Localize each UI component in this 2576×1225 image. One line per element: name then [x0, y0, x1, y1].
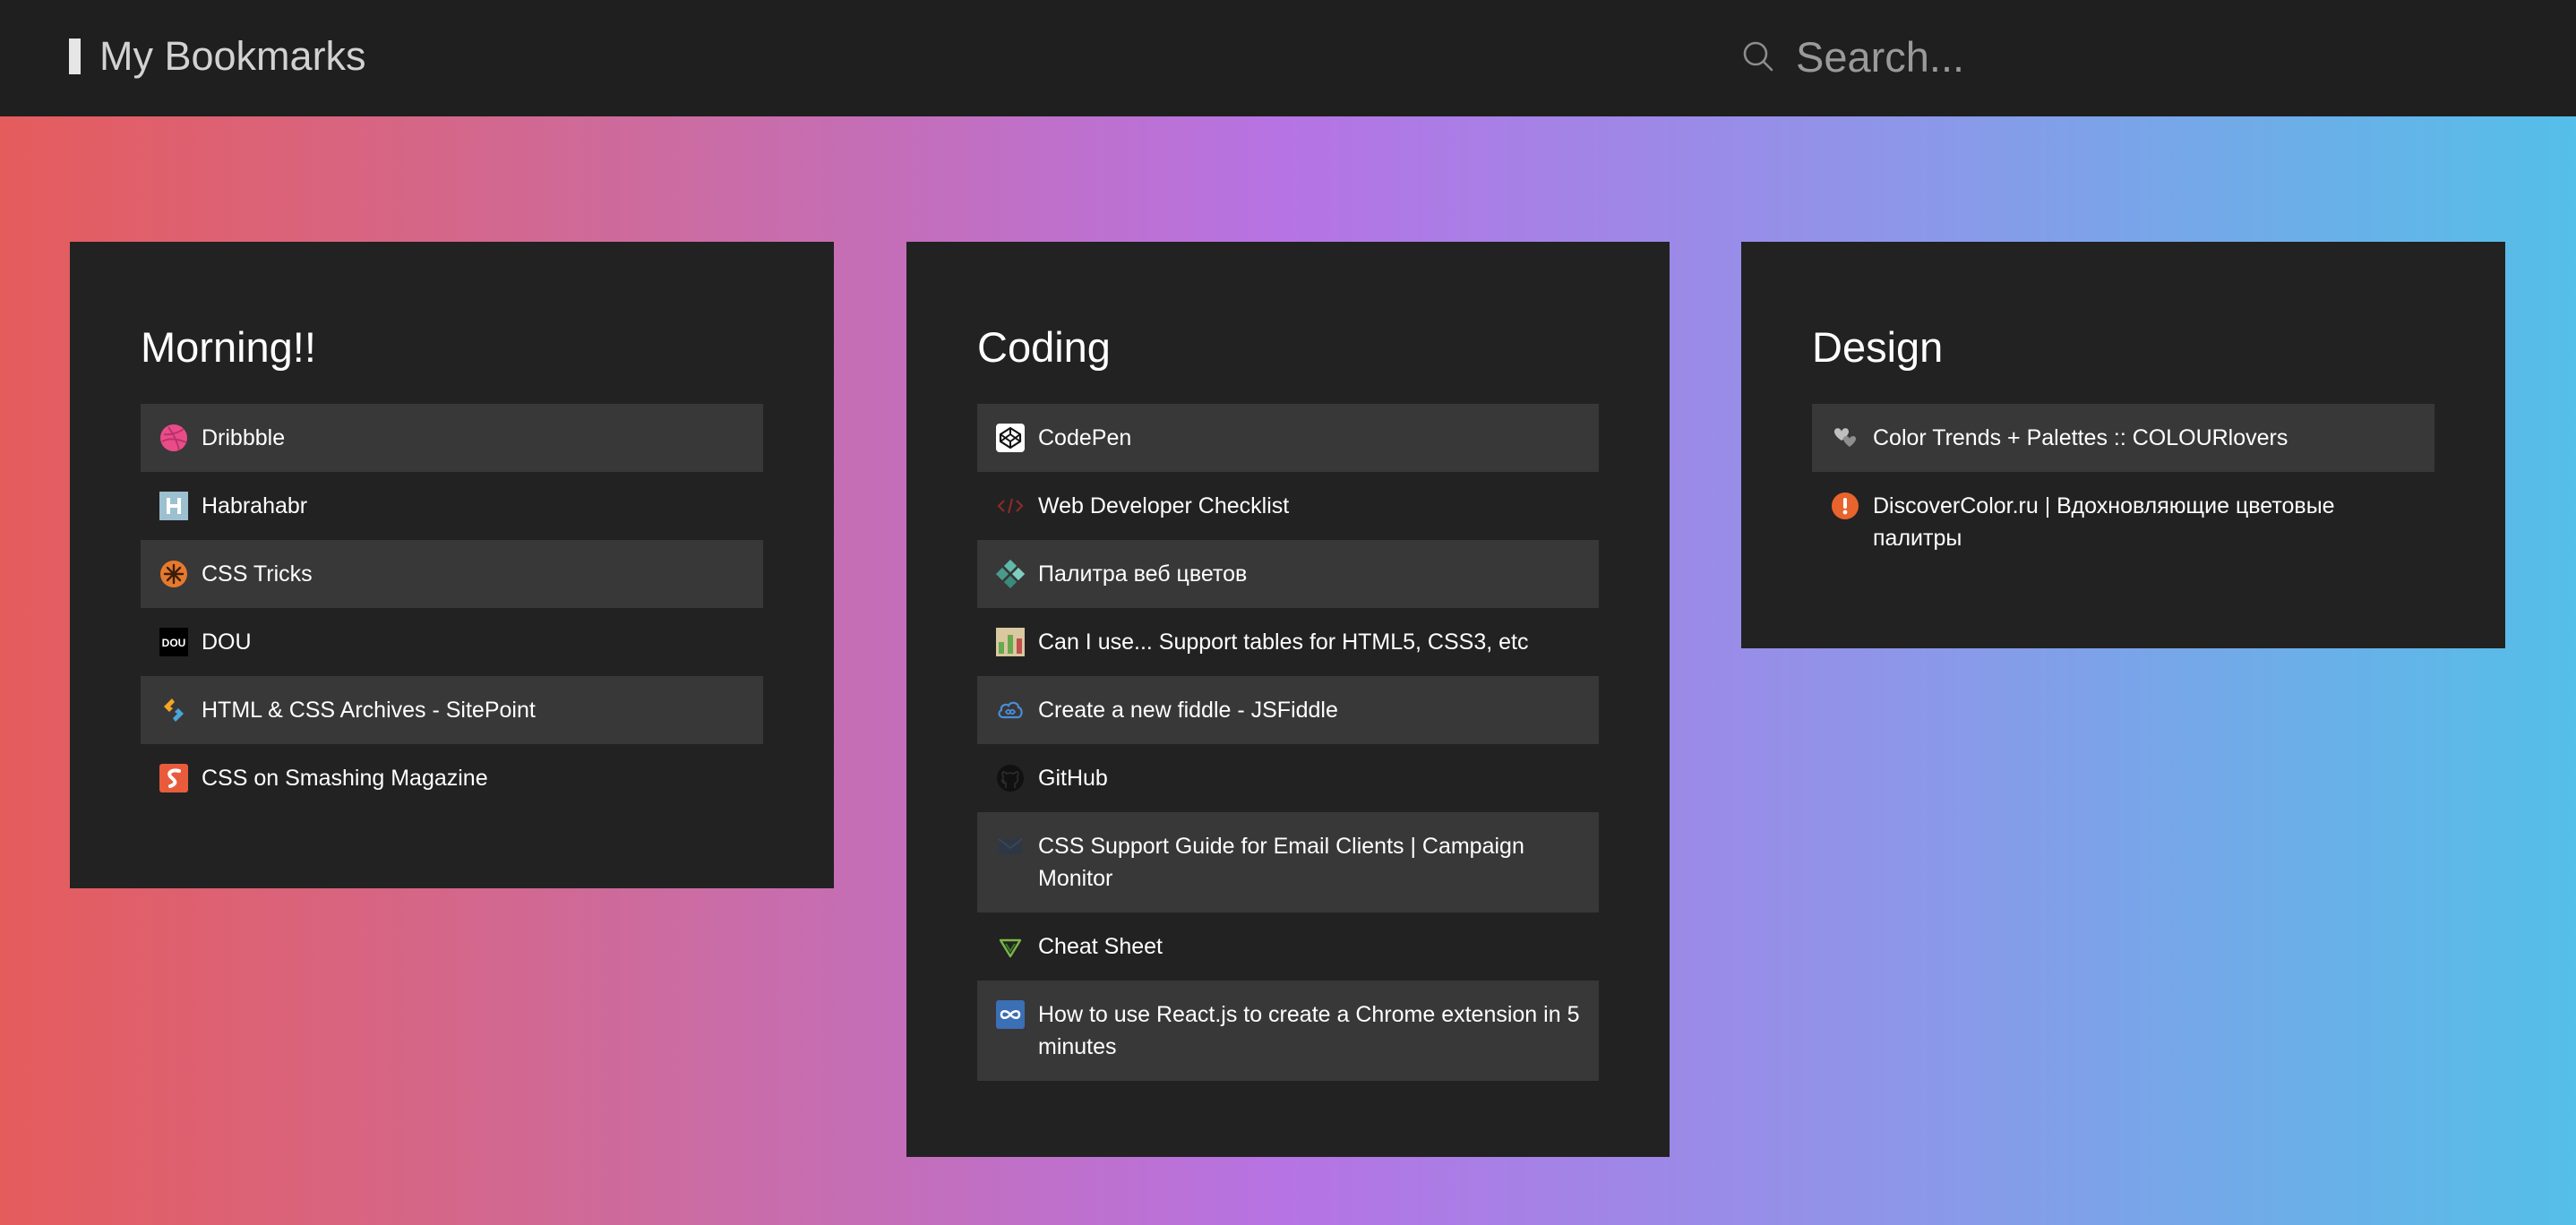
bookmark-label: GitHub — [1038, 766, 1108, 791]
habrahabr-icon — [159, 491, 189, 521]
bookmark-item[interactable]: GitHub — [977, 744, 1599, 812]
discovercolor-icon — [1830, 491, 1860, 521]
group-title: Morning!! — [141, 323, 316, 371]
bookmark-group-coding: Coding CodePen Web Developer Checklist П… — [906, 242, 1670, 1157]
caniuse-icon — [995, 627, 1026, 657]
bookmark-item[interactable]: Web Developer Checklist — [977, 472, 1599, 540]
bookmark-label: Habrahabr — [202, 493, 308, 518]
bookmark-label: Dribbble — [202, 425, 286, 450]
palette-icon — [995, 559, 1026, 589]
bookmark-label: CSS Tricks — [202, 561, 313, 587]
bookmark-label: HTML & CSS Archives - SitePoint — [202, 698, 536, 723]
bookmark-list: CodePen Web Developer Checklist Палитра … — [977, 404, 1599, 1081]
svg-text:DOU: DOU — [162, 637, 186, 649]
group-title: Design — [1812, 323, 1944, 371]
dou-icon: DOU — [159, 627, 189, 657]
bookmark-item[interactable]: HTML & CSS Archives - SitePoint — [141, 676, 763, 744]
bookmark-item[interactable]: CSS Tricks — [141, 540, 763, 608]
search-input[interactable] — [1796, 31, 2530, 81]
code-brackets-icon — [995, 491, 1026, 521]
bookmark-label: CSS on Smashing Magazine — [202, 766, 488, 791]
bookmark-label: Web Developer Checklist — [1038, 493, 1290, 518]
smashing-magazine-icon — [159, 763, 189, 793]
page-title: My Bookmarks — [99, 33, 366, 79]
cheat-sheet-icon — [995, 931, 1026, 962]
bookmark-item[interactable]: CSS on Smashing Magazine — [141, 744, 763, 812]
group-title: Coding — [977, 323, 1111, 371]
bookmark-label: Cheat Sheet — [1038, 934, 1163, 959]
brand: My Bookmarks — [69, 34, 366, 79]
bookmark-label: Can I use... Support tables for HTML5, C… — [1038, 630, 1529, 655]
codepen-icon — [995, 423, 1026, 453]
bookmark-item[interactable]: Habrahabr — [141, 472, 763, 540]
top-bar: My Bookmarks — [0, 0, 2576, 116]
sitepoint-icon — [159, 695, 189, 725]
bookmark-label: CSS Support Guide for Email Clients | Ca… — [1038, 834, 1524, 891]
bookmark-label: CodePen — [1038, 425, 1132, 450]
bookmark-item[interactable]: CSS Support Guide for Email Clients | Ca… — [977, 812, 1599, 912]
campaign-monitor-icon — [995, 831, 1026, 861]
bookmark-list: Color Trends + Palettes :: COLOURlovers … — [1812, 404, 2434, 572]
bookmark-item[interactable]: CodePen — [977, 404, 1599, 472]
bookmark-label: DOU — [202, 630, 252, 655]
bookmark-label: Create a new fiddle - JSFiddle — [1038, 698, 1338, 723]
bookmark-item[interactable]: Cheat Sheet — [977, 912, 1599, 981]
bookmark-item[interactable]: Палитра веб цветов — [977, 540, 1599, 608]
bookmark-item[interactable]: Color Trends + Palettes :: COLOURlovers — [1812, 404, 2434, 472]
bookmark-item[interactable]: Can I use... Support tables for HTML5, C… — [977, 608, 1599, 676]
bookmark-list: Dribbble Habrahabr CSS Tricks DOU DOU HT… — [141, 404, 763, 812]
bookmark-item[interactable]: How to use React.js to create a Chrome e… — [977, 981, 1599, 1081]
github-icon — [995, 763, 1026, 793]
infinity-icon — [995, 999, 1026, 1030]
colourlovers-icon — [1830, 423, 1860, 453]
bookmark-label: How to use React.js to create a Chrome e… — [1038, 1002, 1580, 1059]
bookmark-group-morning: Morning!! Dribbble Habrahabr CSS Tricks … — [70, 242, 834, 888]
bookmark-item[interactable]: Create a new fiddle - JSFiddle — [977, 676, 1599, 744]
bookmark-label: Палитра веб цветов — [1038, 561, 1248, 587]
css-tricks-icon — [159, 559, 189, 589]
bookmark-item[interactable]: DOU DOU — [141, 608, 763, 676]
bookmark-item[interactable]: DiscoverColor.ru | Вдохновляющие цветовы… — [1812, 472, 2434, 572]
bookmark-item[interactable]: Dribbble — [141, 404, 763, 472]
bookmark-label: Color Trends + Palettes :: COLOURlovers — [1873, 425, 2288, 450]
search-box[interactable] — [1740, 29, 2546, 84]
dribbble-icon — [159, 423, 189, 453]
bookmark-group-design: Design Color Trends + Palettes :: COLOUR… — [1741, 242, 2505, 648]
brand-mark — [69, 39, 81, 74]
search-icon — [1740, 39, 1776, 74]
jsfiddle-icon — [995, 695, 1026, 725]
bookmark-label: DiscoverColor.ru | Вдохновляющие цветовы… — [1873, 493, 2335, 551]
